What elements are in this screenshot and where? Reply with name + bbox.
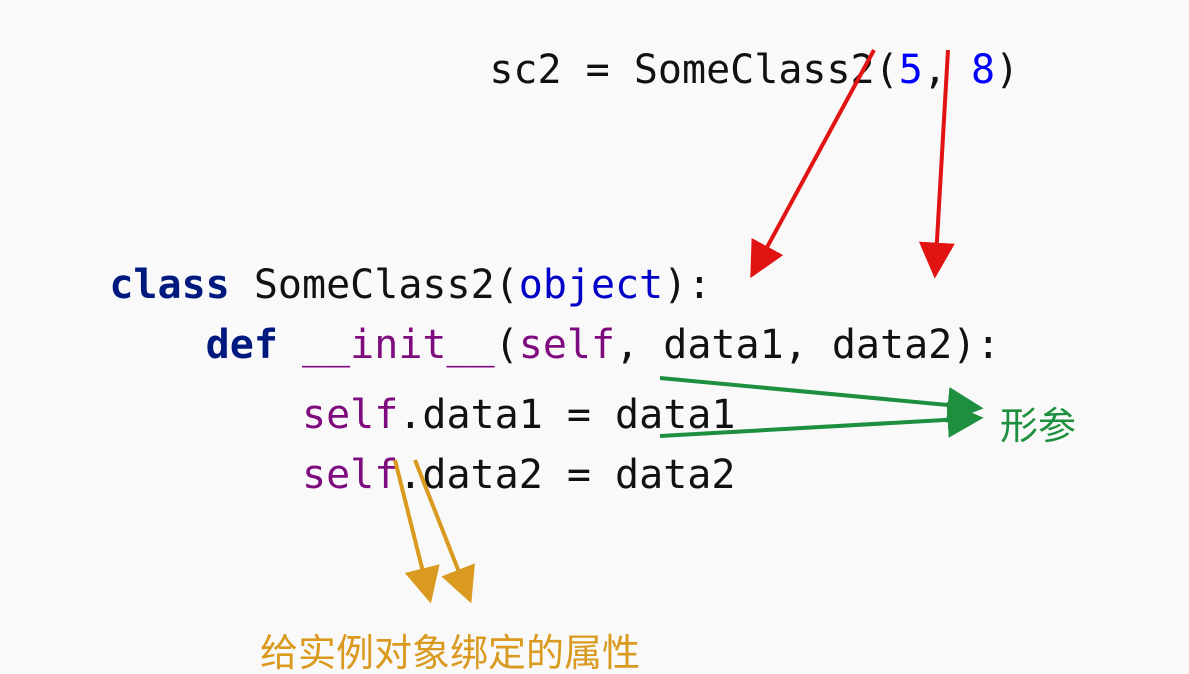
annotation-params: 形参 bbox=[1000, 395, 1076, 450]
self-ref: self bbox=[302, 452, 398, 498]
diagram-stage: sc2 = SomeClass2(5, 8) class SomeClass2(… bbox=[0, 0, 1189, 674]
code-line-5: self.data2 = data2 bbox=[13, 415, 735, 535]
code-text: sc2 = SomeClass2( bbox=[489, 47, 898, 93]
annotation-attrs: 给实例对象绑定的属性 bbox=[260, 622, 640, 674]
arg1-literal: 5 bbox=[899, 47, 923, 93]
assign-data2: .data2 = data2 bbox=[398, 452, 735, 498]
arg2-literal: 8 bbox=[971, 47, 995, 93]
code-line-1: sc2 = SomeClass2(5, 8) bbox=[393, 10, 1019, 130]
code-text: ) bbox=[995, 47, 1019, 93]
indent bbox=[109, 452, 302, 498]
code-text: , bbox=[923, 47, 971, 93]
